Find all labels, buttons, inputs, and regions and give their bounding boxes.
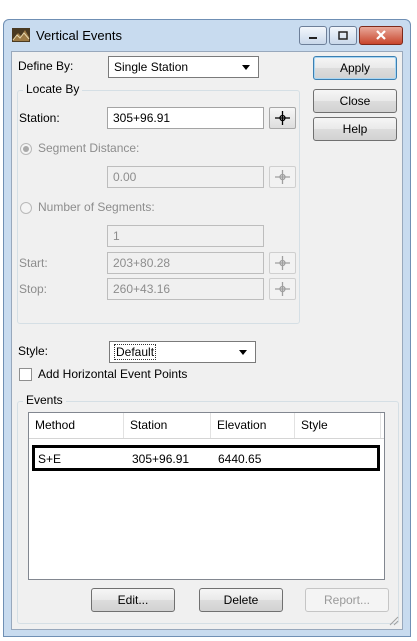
start-label: Start: <box>19 256 48 270</box>
column-header-style[interactable]: Style <box>295 413 381 438</box>
column-header-elevation[interactable]: Elevation <box>211 413 295 438</box>
crosshair-icon <box>275 170 290 184</box>
define-by-dropdown[interactable]: Single Station <box>108 56 259 78</box>
style-dropdown[interactable]: Default <box>109 341 256 363</box>
close-button[interactable]: Close <box>313 89 397 113</box>
segment-distance-radio[interactable] <box>20 143 32 155</box>
station-pick-button[interactable] <box>269 107 296 129</box>
number-of-segments-radio[interactable] <box>20 202 32 214</box>
crosshair-icon <box>275 111 290 125</box>
resize-grip-icon[interactable] <box>387 614 399 626</box>
window-title: Vertical Events <box>36 28 122 43</box>
stop-label: Stop: <box>19 282 48 296</box>
vertical-events-app-icon <box>12 28 30 42</box>
report-button[interactable]: Report... <box>305 588 389 612</box>
apply-button[interactable]: Apply <box>313 56 397 80</box>
dialog-body: Define By: Single Station Apply Close He… <box>11 51 403 630</box>
chevron-down-icon <box>239 350 247 355</box>
add-horizontal-event-points-checkbox[interactable] <box>19 368 32 381</box>
segment-distance-input[interactable]: 0.00 <box>107 166 264 188</box>
events-list-header: Method Station Elevation Style <box>29 413 384 439</box>
column-header-method[interactable]: Method <box>29 413 124 438</box>
title-bar[interactable]: Vertical Events <box>4 20 410 50</box>
segment-distance-label: Segment Distance: <box>38 141 140 155</box>
number-of-segments-label: Number of Segments: <box>38 200 155 214</box>
column-header-station[interactable]: Station <box>124 413 211 438</box>
station-label: Station: <box>19 111 60 125</box>
stop-pick-button[interactable] <box>269 278 296 300</box>
number-of-segments-input[interactable]: 1 <box>107 225 264 247</box>
help-button[interactable]: Help <box>313 117 397 141</box>
edit-button[interactable]: Edit... <box>91 588 175 612</box>
define-by-value: Single Station <box>114 60 189 74</box>
crosshair-icon <box>275 282 290 296</box>
style-label: Style: <box>18 344 49 358</box>
start-pick-button[interactable] <box>269 252 296 274</box>
style-value: Default <box>113 344 157 360</box>
crosshair-icon <box>275 256 290 270</box>
chevron-down-icon <box>242 65 250 70</box>
close-icon <box>376 30 386 40</box>
events-list[interactable]: Method Station Elevation Style S+E 305+9… <box>28 412 385 580</box>
segment-distance-pick-button[interactable] <box>269 166 296 188</box>
stop-input[interactable]: 260+43.16 <box>107 278 264 300</box>
maximize-button[interactable] <box>329 26 357 45</box>
delete-button[interactable]: Delete <box>199 588 283 612</box>
minimize-button[interactable] <box>299 26 327 45</box>
selection-highlight-box <box>32 445 380 471</box>
station-input[interactable]: 305+96.91 <box>107 107 264 129</box>
window-close-button[interactable] <box>359 26 403 45</box>
locate-by-title: Locate By <box>23 82 83 96</box>
maximize-icon <box>338 31 348 40</box>
define-by-label: Define By: <box>18 59 74 73</box>
vertical-events-window: Vertical Events Define By: Single Statio… <box>3 19 411 637</box>
events-title: Events <box>23 393 66 407</box>
start-input[interactable]: 203+80.28 <box>107 252 264 274</box>
add-horizontal-event-points-label: Add Horizontal Event Points <box>38 367 188 381</box>
minimize-icon <box>309 37 317 39</box>
